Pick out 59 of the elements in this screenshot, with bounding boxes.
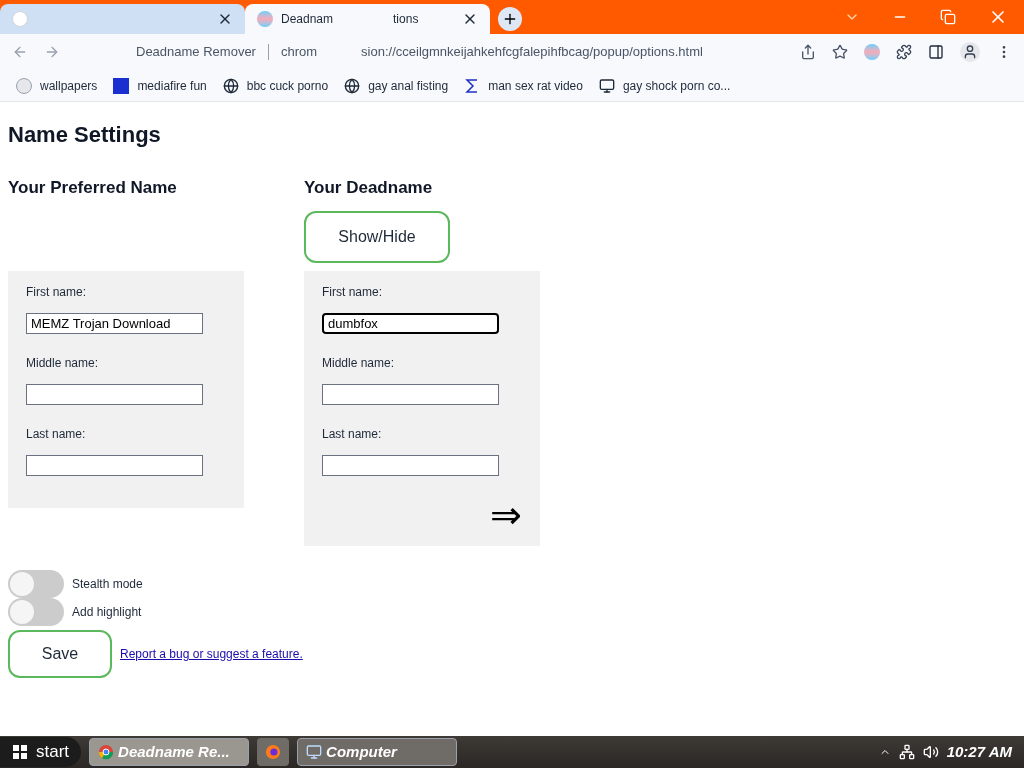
address-bar[interactable]: Deadname Remover chrom sion://cceilgmnkeijahkehfcgfalepihfbcag/popup/options.html	[136, 42, 784, 62]
browser-icon	[98, 744, 115, 760]
puzzle-icon[interactable]	[896, 44, 912, 60]
globe-icon	[222, 77, 239, 94]
field-label: First name:	[322, 284, 383, 301]
field-label: Middle name:	[26, 355, 100, 372]
column-heading: Your Deadname	[304, 177, 434, 199]
toggle-label: Add highlight	[72, 604, 142, 621]
name-input[interactable]	[26, 455, 203, 476]
taskbar-item[interactable]: Computer	[297, 738, 458, 766]
network-icon[interactable]	[898, 744, 915, 760]
save-button[interactable]: Save	[8, 630, 112, 678]
field-label: First name:	[26, 284, 87, 301]
computer-icon	[598, 77, 615, 94]
name-input[interactable]	[322, 455, 499, 476]
field-label: Middle name:	[322, 355, 396, 372]
show-hide-button[interactable]: Show/Hide	[304, 211, 450, 263]
computer-icon	[306, 744, 323, 760]
plus-icon	[502, 11, 518, 27]
url-text: sion://cceilgmnkeijahkehfcgfalepihfbcag/popup/options.html	[361, 43, 703, 62]
windows-logo-icon	[12, 744, 28, 760]
restore-icon[interactable]	[940, 9, 956, 25]
tab-title: tions	[393, 11, 419, 28]
taskbar-item[interactable]	[257, 738, 290, 766]
square-icon	[113, 77, 130, 94]
name-input[interactable]: MEMZ Trojan Download	[26, 313, 203, 334]
tab-title: Deadnam	[281, 11, 334, 28]
profile-icon[interactable]	[960, 42, 980, 62]
bookmark-link[interactable]: gay anal fisting	[344, 76, 449, 95]
name-input[interactable]	[26, 384, 203, 405]
toggle-switch[interactable]	[8, 598, 64, 626]
bookmark-link[interactable]: bbc cuck porno	[222, 76, 329, 95]
bookmark-link[interactable]: wallpapers	[16, 76, 98, 95]
clock: 10:27 AM	[946, 741, 1012, 762]
new-tab-button[interactable]	[498, 7, 522, 31]
globe-icon	[344, 77, 361, 94]
url-text: chrom	[280, 43, 318, 62]
toggle-label: Stealth mode	[72, 576, 143, 593]
bookmark-link[interactable]: man sex rat video	[464, 76, 583, 95]
speaker-icon[interactable]	[922, 744, 939, 760]
share-icon[interactable]	[800, 44, 816, 60]
bookmark-link[interactable]: gay shock porn co...	[598, 76, 731, 95]
side-panel-icon[interactable]	[928, 44, 944, 60]
field-label: Last name:	[26, 426, 87, 443]
column-heading: Your Preferred Name	[8, 177, 178, 199]
toggle-switch[interactable]	[8, 570, 64, 598]
browser-tab[interactable]: Deadnam tions	[245, 4, 490, 34]
site-name: Deadname Remover	[136, 43, 256, 62]
flag-icon	[257, 11, 273, 27]
next-arrow[interactable]: ⇒	[490, 496, 522, 534]
star-icon[interactable]	[832, 44, 848, 60]
name-input[interactable]	[322, 384, 499, 405]
fox-globe-icon	[265, 743, 282, 761]
name-input[interactable]: dumbfox	[322, 313, 499, 334]
field-label: Last name:	[322, 426, 383, 443]
page-title: Name Settings	[8, 121, 162, 149]
report-link[interactable]: Report a bug or suggest a feature.	[120, 645, 303, 663]
bookmark-link[interactable]: mediafire fun	[113, 76, 207, 95]
start-button[interactable]: start	[0, 737, 82, 767]
